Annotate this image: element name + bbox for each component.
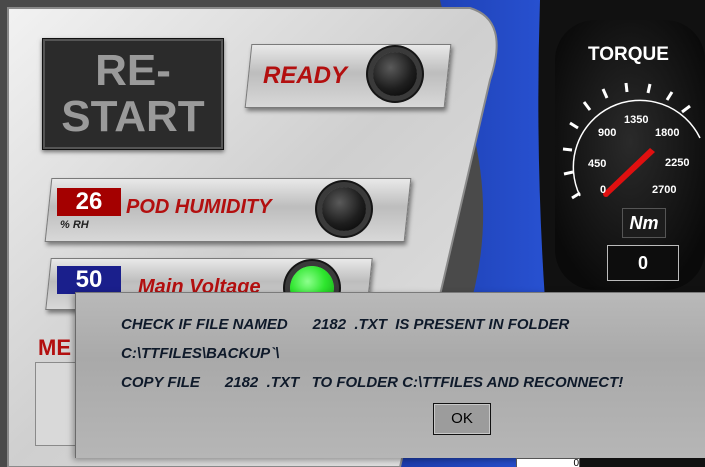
humidity-value: 26 bbox=[57, 188, 121, 216]
restart-button[interactable]: RE- START bbox=[42, 38, 224, 150]
torque-unit: Nm bbox=[622, 208, 666, 238]
torque-tick-label: 0 bbox=[600, 184, 607, 196]
dialog-message-line-3: COPY FILE 2182 .TXT TO FOLDER C:\TTFILES… bbox=[121, 374, 624, 391]
bottom-strip bbox=[580, 458, 705, 467]
voltage-value: 50 bbox=[57, 266, 121, 294]
dialog-message-line-1: CHECK IF FILE NAMED 2182 .TXT IS PRESENT… bbox=[121, 316, 570, 333]
torque-value: 0 bbox=[607, 245, 679, 281]
torque-tick-label: 900 bbox=[598, 127, 617, 139]
torque-tick-label: 2700 bbox=[652, 184, 677, 196]
menu-label-partial: ME bbox=[38, 335, 71, 360]
torque-dial bbox=[562, 82, 701, 200]
torque-tick-label: 2250 bbox=[665, 157, 690, 169]
ready-label: READY bbox=[263, 62, 348, 89]
torque-scale-ticks bbox=[562, 82, 691, 200]
torque-title: TORQUE bbox=[588, 44, 669, 65]
torque-tick-label: 450 bbox=[588, 158, 607, 170]
humidity-unit: % RH bbox=[60, 219, 89, 231]
torque-tick-label: 1350 bbox=[624, 114, 649, 126]
humidity-label: POD HUMIDITY bbox=[126, 196, 272, 218]
ready-lamp bbox=[373, 52, 417, 96]
humidity-lamp bbox=[322, 187, 366, 231]
restart-label: RE- START bbox=[61, 46, 205, 141]
ok-button[interactable]: OK bbox=[433, 403, 491, 435]
control-panel-screen: RE- START READY 26 % RH POD HUMIDITY 50 … bbox=[0, 0, 705, 467]
bottom-field-value: 0 bbox=[573, 458, 579, 467]
torque-tick-label: 1800 bbox=[655, 127, 680, 139]
dialog-message-line-2: C:\TTFILES\BACKUP`\ bbox=[121, 345, 280, 362]
bottom-field-partial: 0 bbox=[516, 458, 580, 467]
torque-needle bbox=[604, 148, 655, 196]
file-missing-dialog: CHECK IF FILE NAMED 2182 .TXT IS PRESENT… bbox=[75, 292, 705, 458]
